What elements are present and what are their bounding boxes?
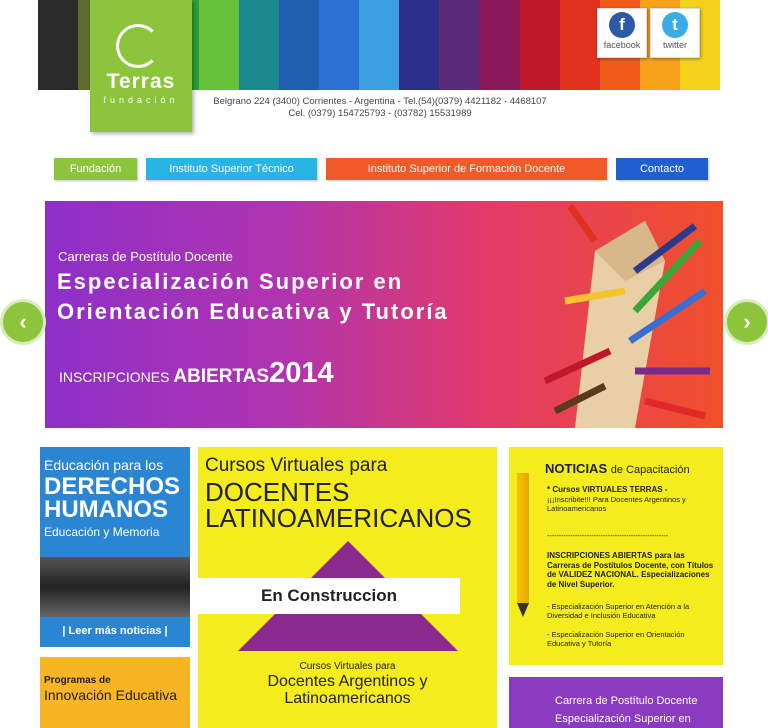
hero-title: Especialización Superior en Orientación … — [57, 267, 577, 327]
hero-slide[interactable]: Carreras de Postítulo Docente Especializ… — [45, 201, 723, 428]
innovacion-line-1: Programas de — [44, 675, 111, 686]
contact-address: Belgrano 224 (3400) Corrientes - Argenti… — [205, 96, 555, 120]
chevron-left-icon: ‹ — [19, 309, 27, 334]
cv-line-4: Cursos Virtuales para — [299, 661, 396, 672]
read-more-news-link[interactable]: | Leer más noticias | — [40, 625, 190, 637]
news-separator: ----------------------------------------… — [547, 533, 669, 540]
cv-line-2: DOCENTES — [205, 477, 350, 507]
postitulo-line-1: Carrera de Postítulo Docente — [555, 695, 698, 707]
pencil-tip-icon — [517, 603, 529, 617]
dh-line-1: Educación para los — [44, 457, 164, 473]
address-line-1: Belgrano 224 (3400) Corrientes - Argenti… — [213, 96, 547, 107]
logo-subtitle: fundación — [103, 95, 179, 105]
hero-title-line-2: Orientación Educativa y Tutoría — [57, 299, 449, 324]
logo-mark-icon — [116, 24, 160, 68]
facebook-label: facebook — [603, 40, 641, 50]
cv-line-6: Latinoamericanos — [284, 690, 411, 707]
twitter-link[interactable]: t twitter — [650, 8, 700, 58]
derechos-humanos-card[interactable]: Educación para los DERECHOS HUMANOS Educ… — [40, 447, 190, 647]
slider-prev-button[interactable]: ‹ — [3, 302, 43, 342]
cv-footer: Docentes Argentinos y Latinoamericanos — [198, 673, 497, 707]
innovacion-card[interactable]: Programas de Innovación Educativa — [40, 657, 190, 728]
header-stripe — [278, 0, 319, 90]
noticias-title: NOTICIAS de Capacitación — [545, 461, 690, 476]
nav-instituto-tecnico[interactable]: Instituto Superior Técnico — [146, 158, 317, 180]
header-stripe — [198, 0, 239, 90]
portrait-image — [40, 557, 190, 617]
slider-next-button[interactable]: › — [727, 302, 767, 342]
facebook-link[interactable]: f facebook — [597, 8, 647, 58]
header-stripe — [359, 0, 400, 90]
address-line-2: Cel. (0379) 154725793 - (03782) 15531989 — [288, 108, 472, 119]
chevron-right-icon: › — [743, 309, 751, 334]
hero-year: 2014 — [269, 357, 334, 389]
twitter-icon: t — [662, 12, 688, 38]
header-stripe — [519, 0, 560, 90]
cv-line-3: LATINOAMERICANOS — [205, 503, 472, 533]
under-construction-banner: En Construccion — [198, 578, 460, 614]
hero-inscripciones: INSCRIPCIONES ABIERTAS2014 — [59, 357, 334, 390]
dh-line-4: Educación y Memoria — [44, 525, 160, 539]
postitulo-card[interactable]: Carrera de Postítulo Docente Especializa… — [509, 677, 723, 728]
logo[interactable]: Terras fundación — [90, 0, 192, 132]
header-stripe — [399, 0, 440, 90]
dh-line-3: HUMANOS — [44, 496, 168, 523]
news-item-1-title[interactable]: * Cursos VIRTUALES TERRAS - — [547, 485, 717, 494]
pencil-icon — [517, 473, 529, 603]
noticias-card: NOTICIAS de Capacitación * Cursos VIRTUA… — [509, 447, 723, 665]
news-item-4[interactable]: - Especialización Superior en Orientació… — [547, 630, 717, 648]
postitulo-line-2: Especialización Superior en — [555, 713, 691, 725]
nav-contacto[interactable]: Contacto — [616, 158, 708, 180]
hero-title-line-1: Especialización Superior en — [57, 269, 404, 294]
nav-fundacion[interactable]: Fundación — [54, 158, 137, 180]
noticias-title-main: NOTICIAS — [545, 461, 608, 476]
header-stripe — [479, 0, 520, 90]
hero-insc-big: ABIERTAS — [173, 366, 270, 387]
dh-heading: DERECHOS HUMANOS — [44, 473, 181, 523]
hero-insc-small: INSCRIPCIONES — [59, 369, 170, 385]
nav-instituto-docente[interactable]: Instituto Superior de Formación Docente — [326, 158, 607, 180]
innovacion-line-2: Innovación Educativa — [44, 687, 178, 703]
header-stripe — [318, 0, 359, 90]
facebook-icon: f — [609, 12, 635, 38]
hero-pretitle: Carreras de Postítulo Docente — [58, 249, 233, 264]
news-item-1-body: ¡¡¡Inscribite!!! Para Docentes Argentino… — [547, 495, 686, 513]
dh-line-2: DERECHOS — [44, 473, 181, 500]
news-item-2[interactable]: INSCRIPCIONES ABIERTAS para las Carreras… — [547, 551, 717, 589]
logo-name: Terras — [106, 70, 176, 93]
noticias-title-suffix: de Capacitación — [610, 464, 690, 476]
header-stripe — [559, 0, 600, 90]
cv-heading: DOCENTES LATINOAMERICANOS — [205, 479, 472, 531]
twitter-label: twitter — [662, 40, 687, 50]
header-stripe — [238, 0, 279, 90]
news-item-3[interactable]: - Especialización Superior en Atención a… — [547, 602, 717, 620]
cv-line-5: Docentes Argentinos y — [267, 673, 428, 690]
header-stripe — [439, 0, 480, 90]
cv-line-1: Cursos Virtuales para — [205, 455, 388, 476]
cursos-virtuales-card[interactable]: Cursos Virtuales para DOCENTES LATINOAME… — [198, 447, 497, 728]
header-stripe — [38, 0, 79, 90]
